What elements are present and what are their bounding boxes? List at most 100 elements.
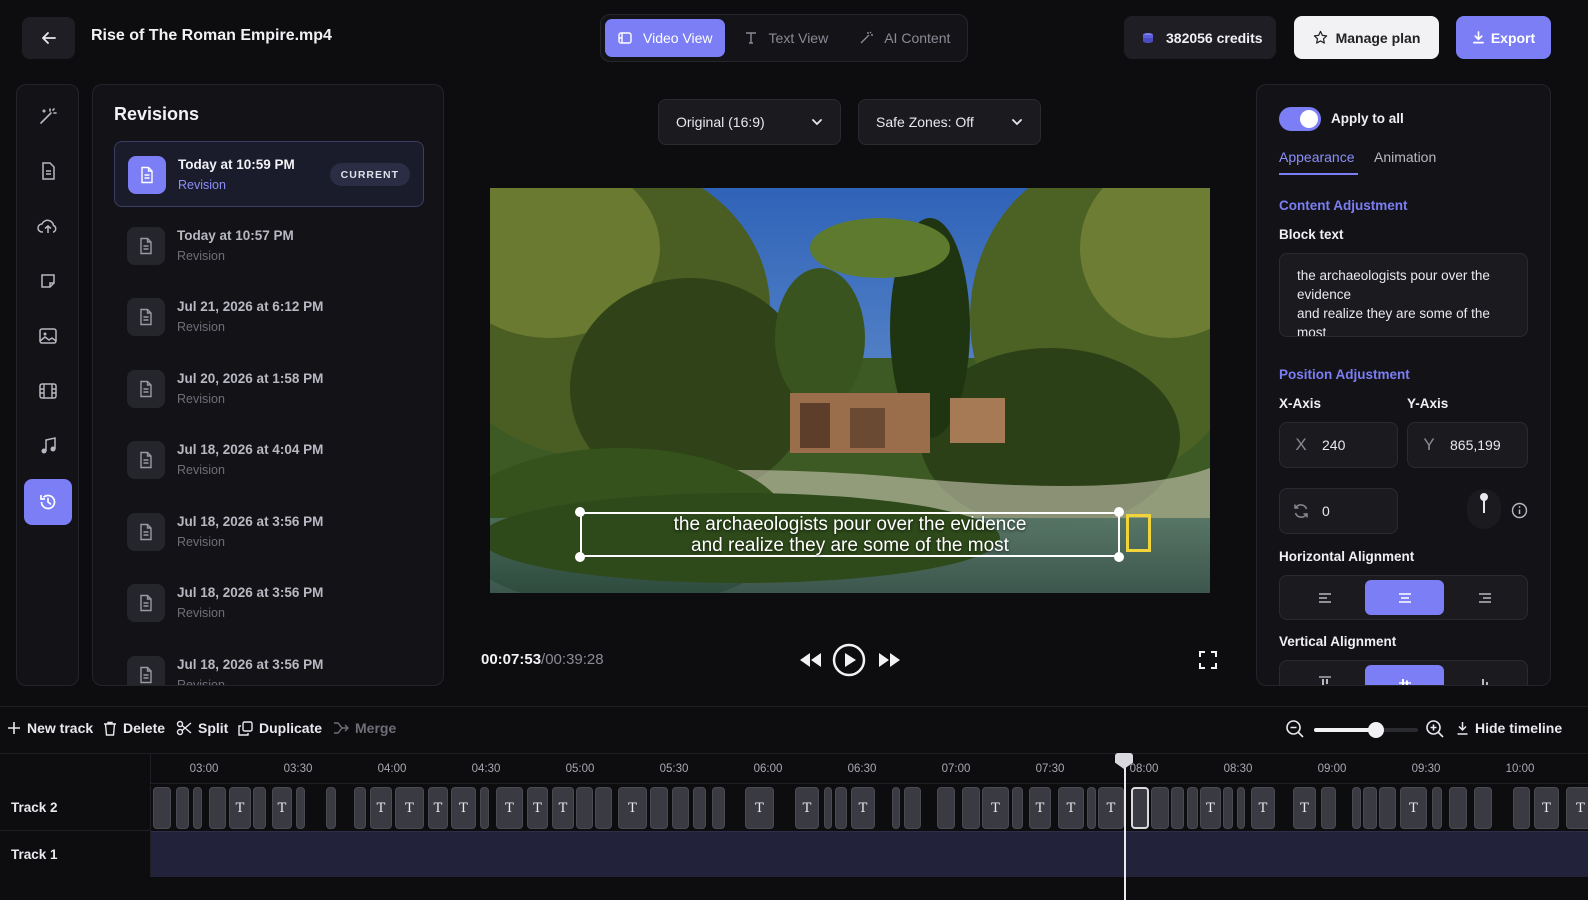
subtitle-clip[interactable] (1513, 787, 1530, 829)
revision-item[interactable]: Today at 10:57 PM Revision (114, 213, 424, 279)
subtitle-clip[interactable]: T (982, 787, 1009, 829)
info-button[interactable] (1511, 502, 1528, 519)
subtitle-clip[interactable] (892, 787, 900, 829)
play-button[interactable] (832, 643, 866, 677)
subtitle-clip[interactable] (595, 787, 612, 829)
subtitle-clip[interactable] (193, 787, 202, 829)
subtitle-clip[interactable]: T (1534, 787, 1559, 829)
manage-plan-button[interactable]: Manage plan (1294, 16, 1439, 59)
time-ruler[interactable]: 03:00 03:30 04:00 04:30 05:00 05:30 06:00 06:30… (151, 753, 1588, 784)
subtitle-clip[interactable] (1352, 787, 1361, 829)
zoom-out-button[interactable] (1285, 719, 1305, 739)
subtitle-clip[interactable]: T (370, 787, 392, 829)
subtitle-clip[interactable] (962, 787, 980, 829)
zoom-slider-thumb[interactable] (1368, 722, 1385, 738)
subtitle-clip[interactable] (904, 787, 921, 829)
rail-magic[interactable] (24, 93, 72, 139)
y-axis-input[interactable]: Y 865,199 (1407, 422, 1528, 468)
subtitle-clip[interactable]: T (272, 787, 292, 829)
subtitle-clip[interactable] (1449, 787, 1467, 829)
rail-music[interactable] (24, 423, 72, 469)
safe-zones-select[interactable]: Safe Zones: Off (858, 99, 1041, 145)
subtitle-clip[interactable] (693, 787, 706, 829)
fast-forward-button[interactable] (877, 650, 901, 670)
subtitle-clip[interactable] (176, 787, 189, 829)
subtitle-clip[interactable]: T (1566, 787, 1588, 829)
subtitle-clip[interactable] (480, 787, 489, 829)
align-top-button[interactable] (1285, 665, 1364, 685)
revision-item[interactable]: Jul 18, 2026 at 4:04 PM Revision (114, 427, 424, 493)
rail-video[interactable] (24, 368, 72, 414)
rotation-input[interactable]: 0 (1279, 488, 1398, 534)
subtitle-clip[interactable] (576, 787, 593, 829)
subtitle-clip[interactable] (712, 787, 725, 829)
aspect-ratio-select[interactable]: Original (16:9) (658, 99, 841, 145)
subtitle-clip[interactable] (1432, 787, 1442, 829)
subtitle-clip[interactable] (1012, 787, 1023, 829)
subtitle-clip[interactable] (937, 787, 955, 829)
zoom-in-button[interactable] (1425, 719, 1445, 739)
tab-animation[interactable]: Animation (1374, 149, 1436, 165)
subtitle-clip[interactable] (835, 787, 847, 829)
x-axis-input[interactable]: X 240 (1279, 422, 1398, 468)
apply-to-all-toggle[interactable] (1279, 107, 1321, 131)
delete-button[interactable]: Delete (103, 720, 165, 736)
revision-item[interactable]: Jul 18, 2026 at 3:56 PM Revision (114, 499, 424, 565)
align-bottom-button[interactable] (1445, 665, 1524, 685)
new-track-button[interactable]: New track (7, 720, 93, 736)
revision-item[interactable]: Jul 18, 2026 at 3:56 PM Revision (114, 642, 424, 685)
hide-timeline-button[interactable]: Hide timeline (1456, 720, 1562, 736)
subtitle-clip[interactable] (1379, 787, 1396, 829)
split-button[interactable]: Split (176, 720, 228, 736)
subtitle-clip[interactable] (253, 787, 266, 829)
subtitle-clip[interactable]: T (1098, 787, 1124, 829)
merge-button[interactable]: Merge (333, 720, 396, 736)
subtitle-clip[interactable]: T (618, 787, 647, 829)
credits-button[interactable]: 382056 credits (1124, 16, 1276, 59)
subtitle-clip[interactable] (209, 787, 226, 829)
rail-upload[interactable] (24, 203, 72, 249)
back-button[interactable] (22, 17, 75, 59)
subtitle-clip[interactable] (650, 787, 668, 829)
subtitle-clip[interactable]: T (745, 787, 774, 829)
align-middle-button[interactable] (1365, 665, 1444, 685)
subtitle-clip[interactable] (1171, 787, 1184, 829)
subtitle-clip[interactable] (1223, 787, 1233, 829)
revision-item[interactable]: Jul 20, 2026 at 1:58 PM Revision (114, 356, 424, 422)
rail-document[interactable] (24, 148, 72, 194)
rail-sticker[interactable] (24, 258, 72, 304)
align-right-button[interactable] (1445, 580, 1524, 615)
subtitle-clip[interactable] (296, 787, 305, 829)
subtitle-clip[interactable]: T (1293, 787, 1316, 829)
subtitle-clip[interactable]: T (1251, 787, 1275, 829)
caption-text[interactable]: the archaeologists pour over the evidenc… (580, 512, 1120, 556)
revision-item[interactable]: Jul 18, 2026 at 3:56 PM Revision (114, 570, 424, 636)
subtitle-clip[interactable] (354, 787, 366, 829)
duplicate-button[interactable]: Duplicate (238, 720, 322, 736)
subtitle-clip[interactable] (1474, 787, 1492, 829)
subtitle-clip[interactable] (1237, 787, 1245, 829)
subtitle-clip[interactable]: T (395, 787, 424, 829)
revision-item[interactable]: Jul 21, 2026 at 6:12 PM Revision (114, 284, 424, 350)
block-text-input[interactable]: the archaeologists pour over the evidenc… (1279, 253, 1528, 337)
tab-text-view[interactable]: Text View (731, 19, 841, 57)
subtitle-clip[interactable] (1131, 787, 1149, 829)
rotation-dial[interactable] (1467, 489, 1501, 529)
track-2-lane[interactable]: TTTTTTTTTTTTTTTTTTTTTTT (151, 785, 1588, 831)
subtitle-clip[interactable]: T (451, 787, 476, 829)
playhead-line[interactable] (1124, 757, 1126, 900)
subtitle-clip[interactable]: T (1200, 787, 1221, 829)
subtitle-clip[interactable]: T (552, 787, 574, 829)
subtitle-clip[interactable]: T (1058, 787, 1084, 829)
align-center-button[interactable] (1365, 580, 1444, 615)
align-left-button[interactable] (1285, 580, 1364, 615)
subtitle-clip[interactable]: T (1029, 787, 1051, 829)
subtitle-clip[interactable]: T (428, 787, 448, 829)
tab-appearance[interactable]: Appearance (1279, 149, 1355, 165)
subtitle-clip[interactable] (1087, 787, 1096, 829)
export-button[interactable]: Export (1456, 16, 1551, 59)
zoom-slider[interactable] (1314, 722, 1418, 738)
subtitle-clip[interactable] (326, 787, 336, 829)
tab-video-view[interactable]: Video View (605, 19, 725, 57)
track-1-lane[interactable] (151, 831, 1588, 877)
